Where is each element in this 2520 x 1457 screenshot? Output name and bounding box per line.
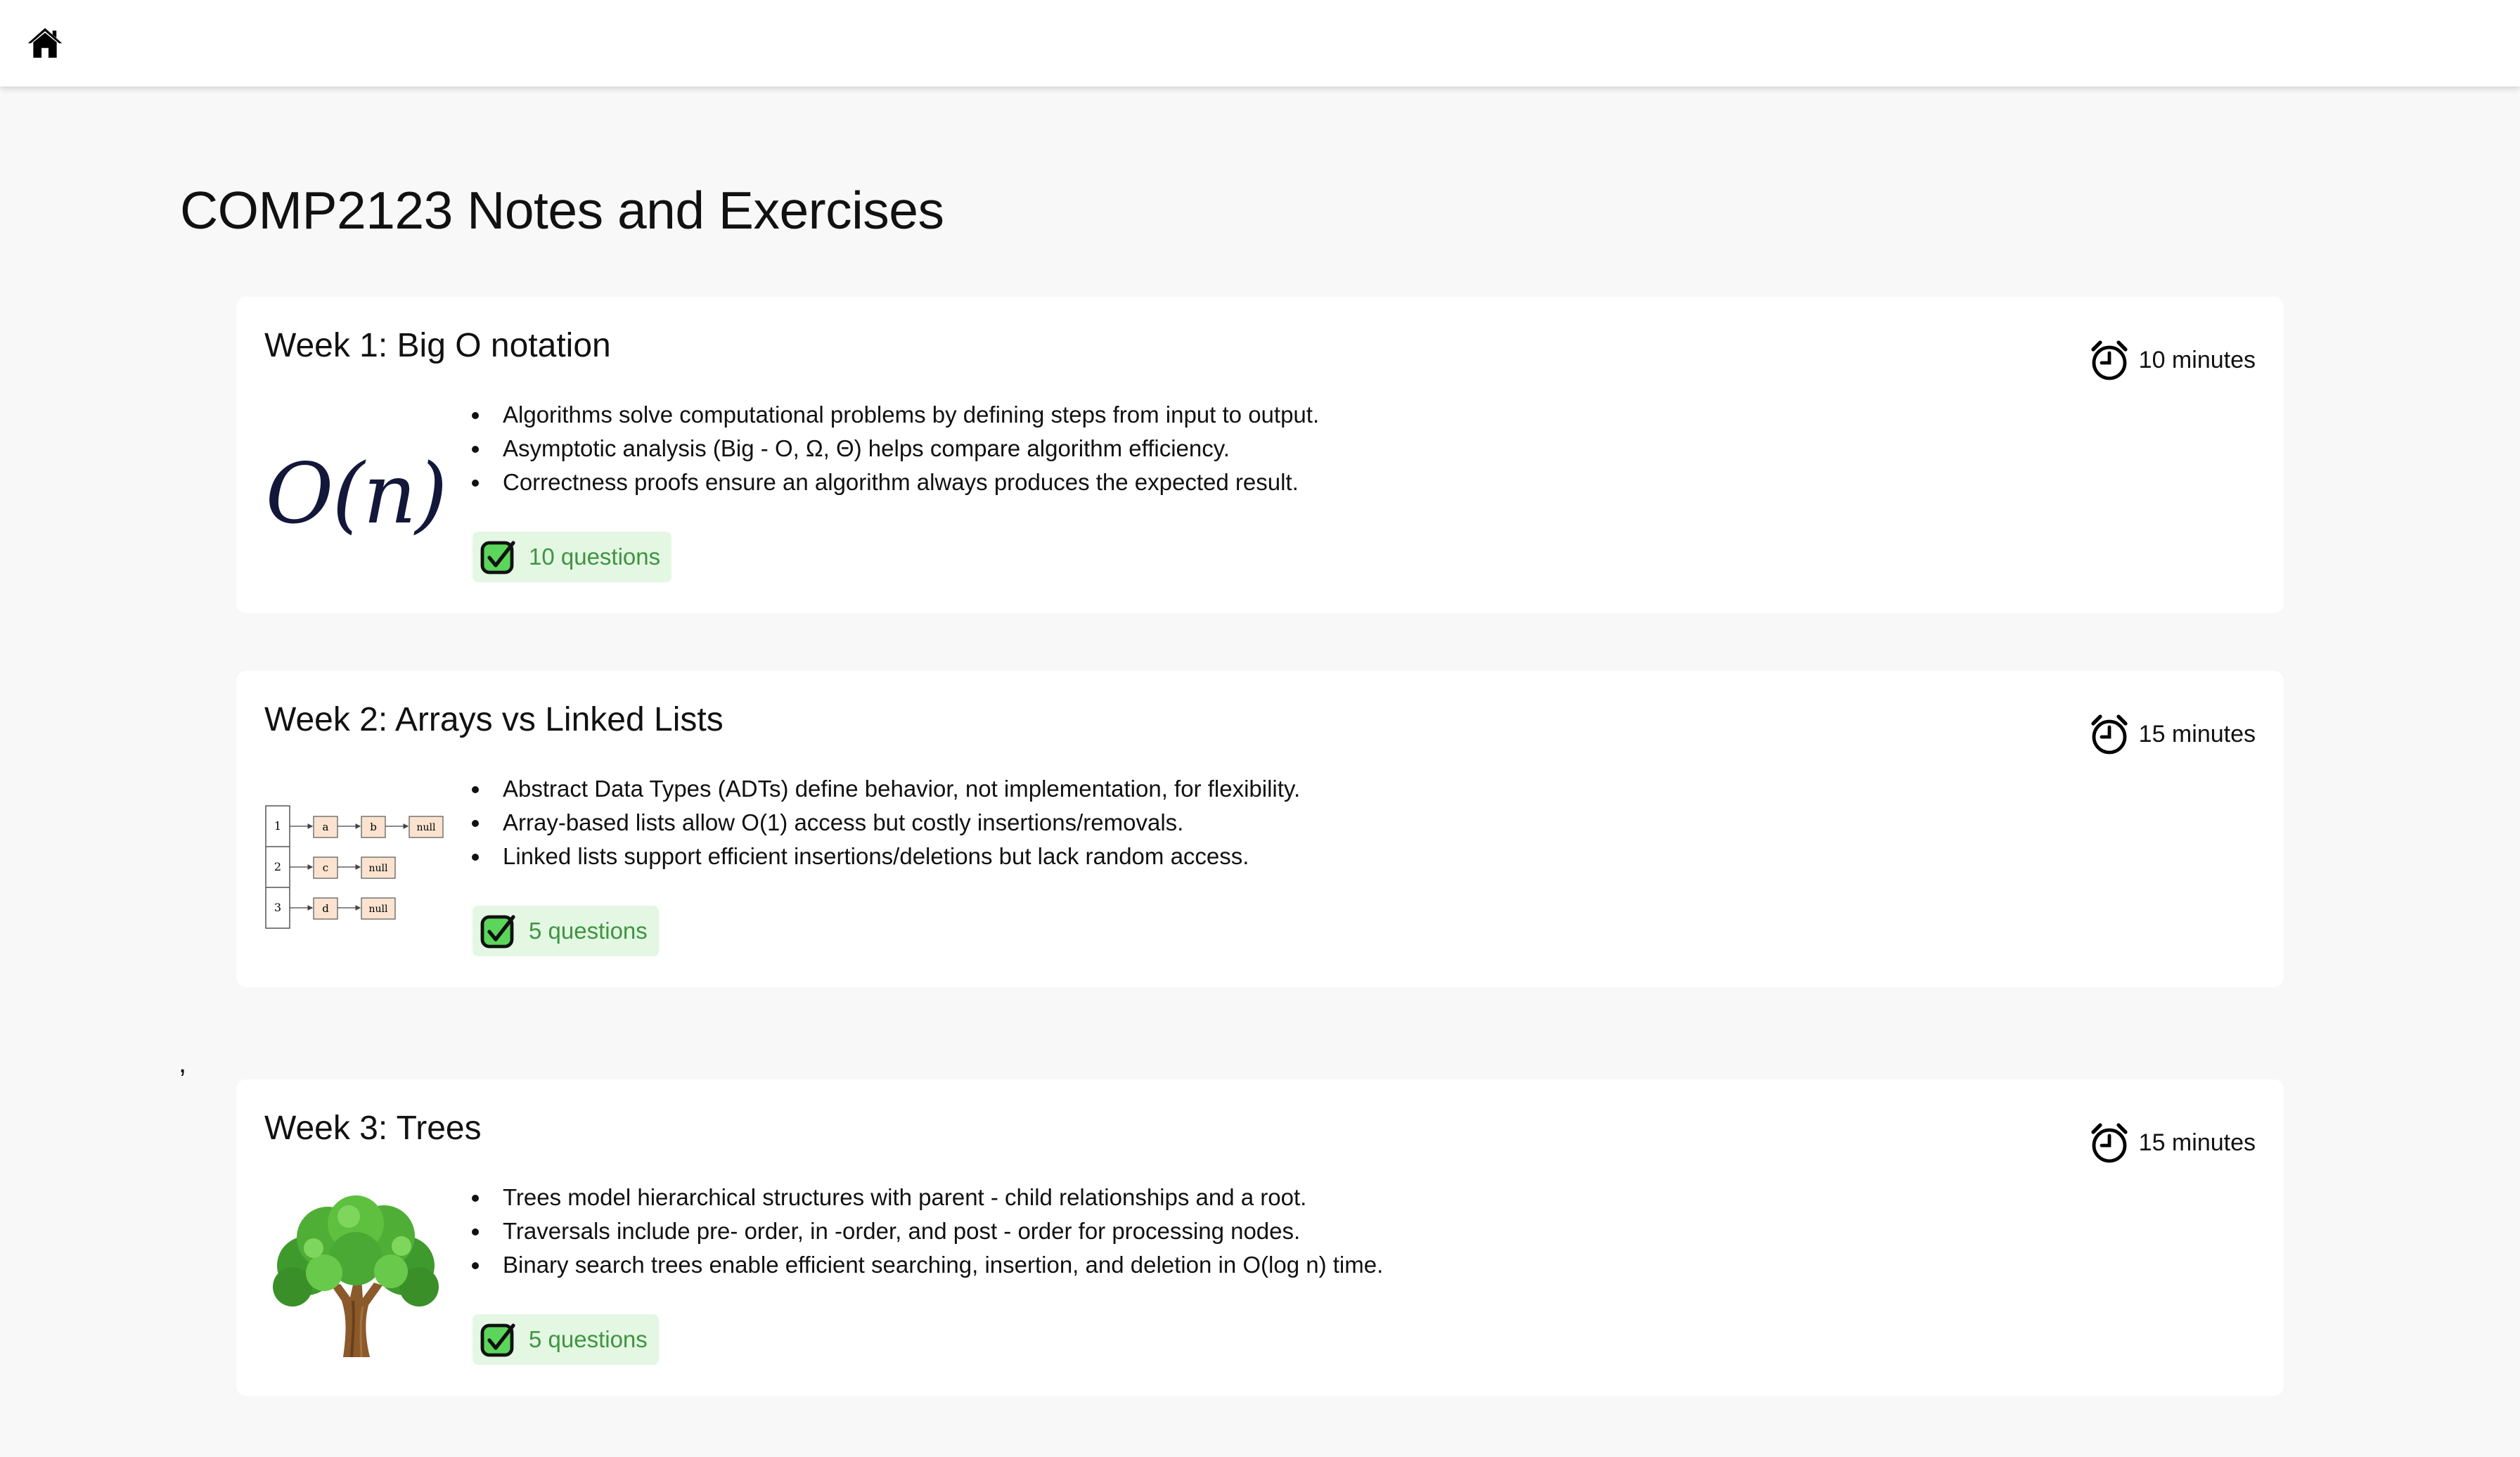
diagram-index: 1 — [274, 819, 281, 833]
summary-item: Traversals include pre- order, in -order… — [472, 1214, 1383, 1248]
alarm-clock-icon — [2091, 714, 2128, 755]
duration-label: 15 minutes — [2090, 1122, 2256, 1164]
alarm-clock-icon — [2091, 340, 2128, 380]
checkbox-checked-icon — [480, 915, 515, 949]
week-title[interactable]: Week 3: Trees — [264, 1109, 482, 1148]
duration-label: 15 minutes — [2090, 713, 2256, 755]
week-title[interactable]: Week 1: Big O notation — [264, 326, 611, 365]
diagram-node: null — [417, 822, 437, 833]
checkbox-checked-icon — [480, 541, 515, 575]
week-card-3[interactable]: Week 3: Trees 15 minutes Trees model hie… — [236, 1079, 2284, 1396]
questions-badge[interactable]: 5 questions — [472, 906, 659, 956]
summary-list: Algorithms solve computational problems … — [472, 398, 1319, 499]
diagram-index: 3 — [274, 901, 281, 914]
diagram-node: d — [322, 902, 329, 915]
summary-list: Trees model hierarchical structures with… — [472, 1181, 1383, 1282]
questions-count: 5 questions — [529, 1326, 648, 1352]
tree-image — [264, 1185, 447, 1368]
duration-text: 15 minutes — [2138, 1129, 2256, 1156]
top-navbar — [0, 0, 2520, 86]
questions-badge[interactable]: 5 questions — [472, 1314, 659, 1365]
page-title: COMP2123 Notes and Exercises — [180, 181, 944, 240]
summary-item: Correctness proofs ensure an algorithm a… — [472, 466, 1319, 499]
big-o-thumbnail: O(n) — [264, 402, 448, 585]
summary-item: Asymptotic analysis (Big - O, Ω, Θ) help… — [472, 432, 1319, 466]
tree-icon — [273, 1195, 439, 1357]
stray-comma: , — [179, 1048, 187, 1079]
diagram-node: null — [369, 904, 389, 915]
questions-badge[interactable]: 10 questions — [472, 532, 672, 582]
diagram-node: a — [323, 821, 329, 833]
alarm-clock-icon — [2091, 1123, 2128, 1163]
diagram-node: c — [323, 861, 328, 874]
diagram-node: null — [369, 863, 389, 874]
diagram-node: b — [370, 821, 377, 833]
duration-text: 10 minutes — [2138, 346, 2256, 373]
questions-count: 5 questions — [529, 918, 648, 944]
summary-item: Algorithms solve computational problems … — [472, 398, 1319, 432]
week-card-1[interactable]: Week 1: Big O notation 10 minutes O(n) A… — [236, 297, 2284, 613]
checkbox-checked-icon — [480, 1323, 515, 1357]
summary-item: Binary search trees enable efficient sea… — [472, 1248, 1383, 1282]
week-title[interactable]: Week 2: Arrays vs Linked Lists — [264, 700, 724, 739]
summary-list: Abstract Data Types (ADTs) define behavi… — [472, 772, 1300, 873]
duration-label: 10 minutes — [2090, 339, 2256, 381]
summary-item: Linked lists support efficient insertion… — [472, 840, 1300, 873]
duration-text: 15 minutes — [2138, 720, 2256, 747]
summary-item: Array-based lists allow O(1) access but … — [472, 806, 1300, 840]
summary-item: Trees model hierarchical structures with… — [472, 1181, 1383, 1214]
questions-count: 10 questions — [529, 544, 661, 570]
home-icon[interactable] — [26, 24, 64, 62]
linked-list-diagram-svg: 1 2 3 a b null c null d null — [265, 805, 444, 929]
linked-list-diagram: 1 2 3 a b null c null d null — [264, 776, 447, 959]
diagram-index: 2 — [274, 860, 281, 873]
summary-item: Abstract Data Types (ADTs) define behavi… — [472, 772, 1300, 806]
week-card-2[interactable]: Week 2: Arrays vs Linked Lists 15 minute… — [236, 671, 2284, 987]
big-o-formula: O(n) — [265, 445, 448, 542]
